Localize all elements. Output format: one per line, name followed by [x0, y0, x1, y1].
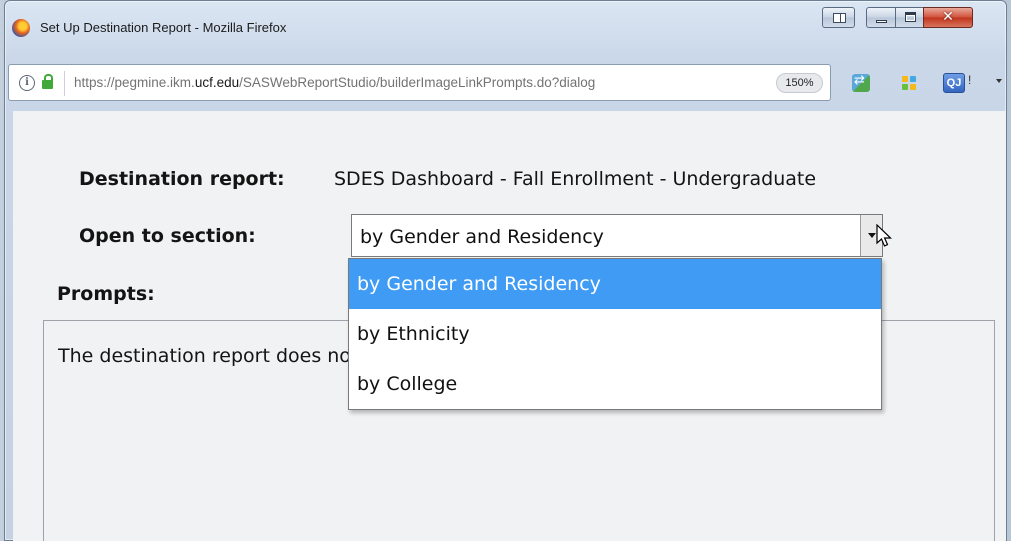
qj-extension-badge: ! [968, 73, 972, 87]
dialog-content: Destination report: SDES Dashboard - Fal… [13, 111, 1006, 541]
section-option-college[interactable]: by College [349, 359, 881, 409]
maximize-button[interactable] [895, 7, 924, 28]
overflow-menu-chevron-down-icon[interactable] [996, 79, 1002, 83]
section-dropdown-list[interactable]: by Gender and Residency by Ethnicity by … [348, 258, 882, 410]
destination-report-value: SDES Dashboard - Fall Enrollment - Under… [334, 168, 817, 190]
destination-report-label: Destination report: [79, 168, 285, 190]
qj-extension-icon[interactable]: QJ [943, 73, 965, 93]
apps-grid-icon[interactable] [900, 74, 918, 92]
reader-view-icon [833, 13, 846, 23]
close-icon: ✕ [942, 9, 954, 25]
section-option-gender-residency[interactable]: by Gender and Residency [349, 259, 881, 309]
window-title: Set Up Destination Report - Mozilla Fire… [40, 20, 287, 35]
lock-icon[interactable] [42, 74, 53, 89]
close-button[interactable]: ✕ [923, 7, 973, 28]
section-select[interactable]: by Gender and Residency [351, 214, 883, 257]
firefox-logo-icon [12, 19, 30, 37]
url-separator [64, 71, 65, 96]
section-select-value: by Gender and Residency [360, 226, 604, 248]
title-bar[interactable]: Set Up Destination Report - Mozilla Fire… [5, 1, 1006, 55]
addon-sync-icon[interactable] [852, 73, 870, 92]
url-path: /SASWebReportStudio/builderImageLinkProm… [239, 75, 596, 90]
info-icon[interactable]: i [19, 75, 35, 91]
zoom-level-badge[interactable]: 150% [776, 73, 823, 93]
open-to-section-label: Open to section: [79, 225, 256, 247]
minimize-icon [876, 20, 887, 23]
url-host: ucf.edu [194, 75, 240, 90]
prompts-label: Prompts: [57, 283, 155, 305]
url-bar[interactable]: i https://pegmine.ikm.ucf.edu/SASWebRepo… [8, 64, 831, 101]
firefox-window: Set Up Destination Report - Mozilla Fire… [4, 0, 1007, 541]
maximize-icon [905, 12, 916, 22]
url-prefix: https://pegmine.ikm. [74, 75, 195, 90]
section-option-ethnicity[interactable]: by Ethnicity [349, 309, 881, 359]
minimize-button[interactable] [866, 7, 896, 28]
url-text[interactable]: https://pegmine.ikm.ucf.edu/SASWebReport… [74, 75, 595, 90]
reader-view-button[interactable] [822, 7, 855, 28]
